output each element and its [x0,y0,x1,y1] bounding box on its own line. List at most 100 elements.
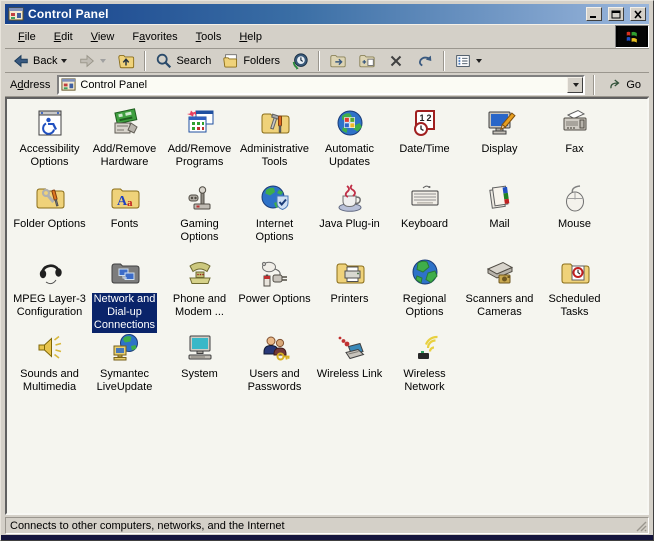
search-label: Search [176,55,211,67]
folders-icon [222,52,240,70]
menu-item-file[interactable]: File [9,28,45,46]
cp-item-power-options[interactable]: Power Options [237,253,312,328]
arrow-left-icon [12,52,30,70]
copy-to-button[interactable] [353,49,381,73]
cp-item-sounds-and-multimedia[interactable]: Sounds andMultimedia [12,328,87,403]
headphones-icon [34,257,66,289]
up-button[interactable] [112,49,140,73]
cp-item-gaming-options[interactable]: GamingOptions [162,178,237,253]
folder-up-icon [117,52,135,70]
cp-item-symantec-liveupdate[interactable]: SymantecLiveUpdate [87,328,162,403]
cp-item-users-and-passwords[interactable]: Users andPasswords [237,328,312,403]
maximize-button[interactable] [608,7,624,21]
minimize-button[interactable] [586,7,602,21]
cp-item-label: SymantecLiveUpdate [97,368,153,394]
menu-item-view[interactable]: View [82,28,124,46]
cp-item-phone-and-modem[interactable]: Phone andModem ... [162,253,237,328]
cp-item-accessibility-options[interactable]: AccessibilityOptions [12,103,87,178]
menu-item-favorites[interactable]: Favorites [123,28,186,46]
cp-item-label: Printers [331,293,369,306]
cp-item-scanners-and-cameras[interactable]: Scanners andCameras [462,253,537,328]
toolbar-separator [443,51,445,71]
close-icon [633,10,643,19]
cp-item-label: Add/RemoveHardware [93,143,157,169]
cp-item-label: RegionalOptions [403,293,446,319]
cp-item-label: Fonts [111,218,139,231]
cp-item-display[interactable]: Display [462,103,537,178]
cp-item-label: Sounds andMultimedia [20,368,79,394]
address-combobox[interactable]: Control Panel [57,75,585,95]
cp-item-folder-options[interactable]: Folder Options [12,178,87,253]
delete-button[interactable] [382,49,410,73]
cp-item-network-and-dial-up-connections[interactable]: Network andDial-upConnections [87,253,162,328]
cp-item-mpeg-layer-3-configuration[interactable]: MPEG Layer-3Configuration [12,253,87,328]
cp-item-fonts[interactable]: Aa Fonts [87,178,162,253]
cp-item-printers[interactable]: Printers [312,253,387,328]
toolbar: Back Search Folders [5,49,649,73]
cp-item-administrative-tools[interactable]: AdministrativeTools [237,103,312,178]
resize-grip-icon[interactable] [635,520,647,532]
cp-item-system[interactable]: System [162,328,237,403]
control-panel-window-icon [8,6,24,22]
cp-item-mail[interactable]: Mail [462,178,537,253]
cp-item-keyboard[interactable]: Keyboard [387,178,462,253]
cp-item-add-remove-hardware[interactable]: Add/RemoveHardware [87,103,162,178]
cp-item-fax[interactable]: Fax [537,103,612,178]
menu-bar: FileEditViewFavoritesToolsHelp [5,24,649,49]
back-button[interactable]: Back [7,49,72,73]
close-button[interactable] [630,7,646,21]
cp-item-java-plug-in[interactable]: Java Plug-in [312,178,387,253]
cp-item-label: AutomaticUpdates [325,143,374,169]
undo-button[interactable] [411,49,439,73]
address-bar: Address Control Panel Go [5,73,649,97]
views-dropdown-icon[interactable] [476,59,482,63]
history-button[interactable] [286,49,314,73]
back-label: Back [33,55,57,67]
cp-item-wireless-link[interactable]: Wireless Link [312,328,387,403]
cp-item-add-remove-programs[interactable]: Add/RemovePrograms [162,103,237,178]
go-label: Go [626,79,641,91]
menu-item-edit[interactable]: Edit [45,28,82,46]
cp-item-automatic-updates[interactable]: AutomaticUpdates [312,103,387,178]
windows-logo-throbber [615,25,649,48]
users-icon [259,332,291,364]
folders-button[interactable]: Folders [217,49,285,73]
cp-item-label: Power Options [238,293,310,306]
search-button[interactable]: Search [150,49,216,73]
power-icon [259,257,291,289]
cp-item-regional-options[interactable]: RegionalOptions [387,253,462,328]
status-text: Connects to other computers, networks, a… [10,520,285,532]
admin-tools-icon [259,107,291,139]
toolbar-separator [593,75,595,95]
move-to-button[interactable] [324,49,352,73]
cp-item-label: ScheduledTasks [549,293,601,319]
views-button[interactable] [449,49,487,73]
forward-button[interactable] [73,49,111,73]
cp-item-label: Folder Options [13,218,85,231]
svg-text:2: 2 [426,113,431,123]
arrow-right-icon [78,52,96,70]
cp-item-label: Phone andModem ... [173,293,226,319]
svg-text:a: a [127,197,133,209]
cp-item-mouse[interactable]: Mouse [537,178,612,253]
cp-item-label: AccessibilityOptions [20,143,80,169]
cp-item-internet-options[interactable]: InternetOptions [237,178,312,253]
cp-item-date-time[interactable]: 12Date/Time [387,103,462,178]
menu-item-tools[interactable]: Tools [187,28,231,46]
cp-item-scheduled-tasks[interactable]: ScheduledTasks [537,253,612,328]
forward-dropdown-icon[interactable] [100,59,106,63]
wireless-network-icon [409,332,441,364]
folder-options-icon [34,182,66,214]
views-grid-icon [454,52,472,70]
mouse-icon [559,182,591,214]
toolbar-separator [144,51,146,71]
network-folder-icon [109,257,141,289]
cp-item-wireless-network[interactable]: WirelessNetwork [387,328,462,403]
maximize-icon [611,10,621,19]
fonts-icon: Aa [109,182,141,214]
menu-item-help[interactable]: Help [230,28,271,46]
go-button[interactable]: Go [603,75,646,94]
search-icon [155,52,173,70]
back-dropdown-icon[interactable] [61,59,67,63]
address-dropdown-button[interactable] [567,77,583,93]
